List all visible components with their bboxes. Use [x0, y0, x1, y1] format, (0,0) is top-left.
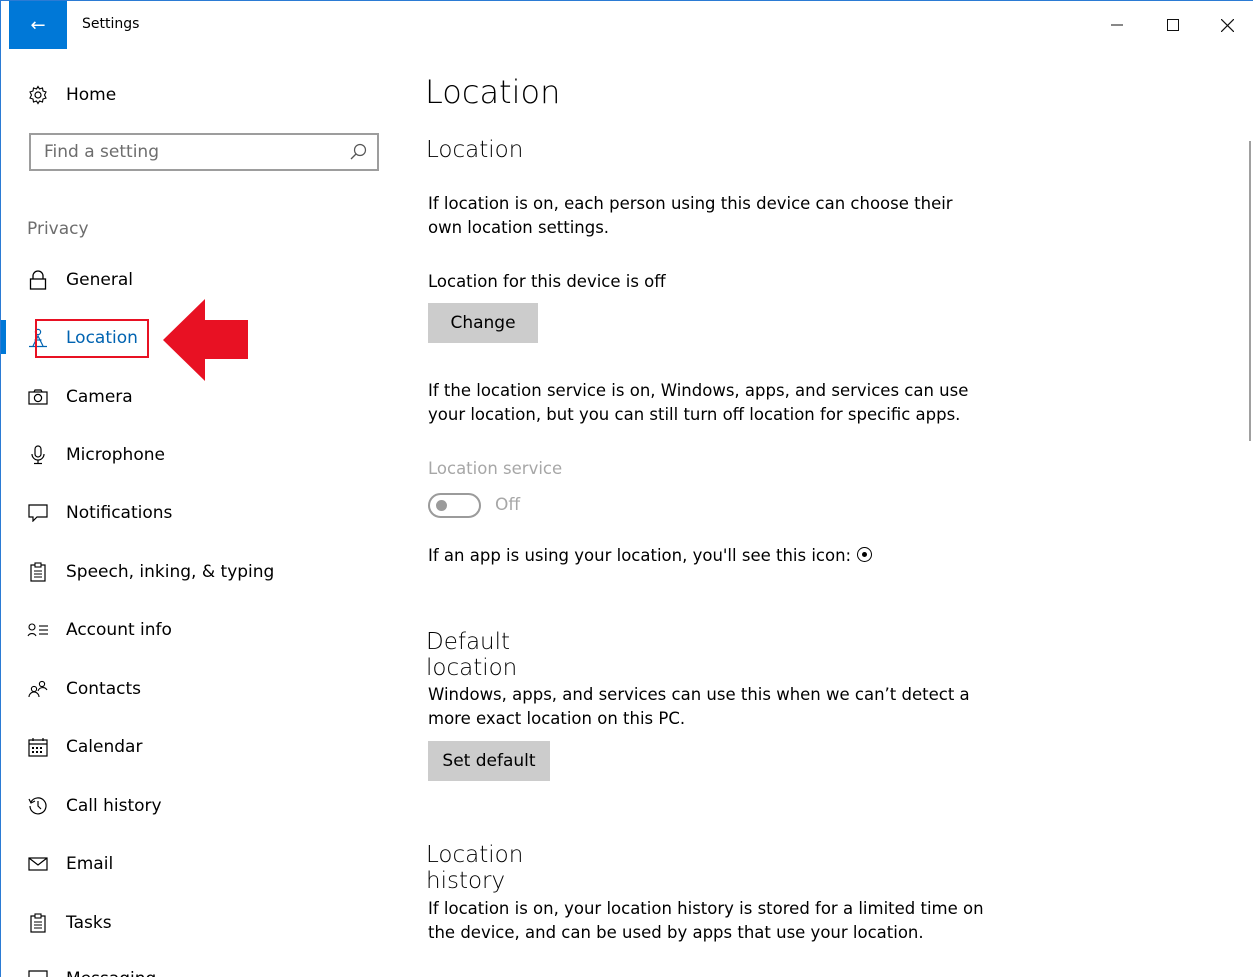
location-description: If location is on, each person using thi… — [428, 194, 953, 237]
back-button[interactable]: ← — [9, 1, 67, 49]
sidebar-item-home[interactable]: Home — [9, 75, 389, 115]
camera-icon — [27, 386, 49, 408]
change-button[interactable]: Change — [428, 303, 538, 343]
location-history-heading: Location history — [426, 842, 524, 894]
close-button[interactable] — [1199, 1, 1253, 49]
calendar-icon — [27, 736, 49, 758]
location-in-use-icon — [857, 547, 873, 562]
microphone-icon — [27, 444, 49, 466]
home-label: Home — [66, 85, 117, 105]
search-input[interactable] — [31, 135, 331, 169]
back-arrow-icon: ← — [30, 14, 46, 36]
highlight-box — [35, 319, 149, 358]
search-icon[interactable] — [350, 143, 367, 164]
location-service-state: Off — [495, 495, 521, 515]
sidebar-item-account-info[interactable]: Account info — [9, 610, 389, 650]
gear-icon — [27, 84, 49, 106]
sidebar-item-calendar[interactable]: Calendar — [9, 727, 389, 767]
search-box[interactable] — [29, 133, 379, 171]
privacy-group-label: Privacy — [27, 219, 89, 239]
account-info-icon — [27, 619, 49, 641]
contacts-icon — [27, 678, 49, 700]
history-icon — [27, 795, 49, 817]
sidebar-item-label: Messaging — [66, 969, 156, 977]
close-icon — [1220, 18, 1234, 32]
sidebar-item-label: Camera — [66, 387, 133, 407]
window-title: Settings — [82, 16, 140, 32]
sidebar-item-call-history[interactable]: Call history — [9, 786, 389, 826]
mail-icon — [27, 853, 49, 875]
sidebar-item-messaging[interactable]: Messaging — [9, 959, 389, 977]
sidebar-item-contacts[interactable]: Contacts — [9, 669, 389, 709]
settings-window: ← Settings Home Privacy — [0, 0, 1253, 977]
maximize-icon — [1167, 19, 1179, 31]
tasks-icon — [27, 912, 49, 934]
red-pointer-arrow-icon — [163, 299, 248, 381]
title-bar: ← Settings — [9, 1, 1253, 49]
sidebar-item-label: Notifications — [66, 503, 173, 523]
maximize-button[interactable] — [1145, 1, 1201, 49]
sidebar-item-label: Call history — [66, 796, 162, 816]
sidebar-item-label: Account info — [66, 620, 172, 640]
sidebar-item-general[interactable]: General — [9, 260, 389, 300]
default-location-heading: Default location — [426, 629, 518, 681]
sidebar-item-label: Speech, inking, & typing — [66, 562, 275, 582]
sidebar-item-email[interactable]: Email — [9, 844, 389, 884]
device-location-status: Location for this device is off — [428, 272, 666, 291]
default-location-description: Windows, apps, and services can use this… — [428, 685, 970, 728]
sidebar-item-label: General — [66, 270, 133, 290]
active-item-indicator — [1, 320, 6, 354]
sidebar-item-microphone[interactable]: Microphone — [9, 435, 389, 475]
sidebar-item-label: Email — [66, 854, 114, 874]
location-service-label: Location service — [428, 459, 563, 478]
location-service-toggle[interactable] — [428, 493, 481, 518]
lock-icon — [27, 269, 49, 291]
location-history-description: If location is on, your location history… — [428, 899, 984, 942]
toggle-knob — [436, 500, 447, 511]
page-title: Location — [425, 73, 561, 111]
scrollbar[interactable] — [1249, 141, 1251, 441]
location-heading: Location — [426, 137, 524, 163]
minimize-icon — [1111, 24, 1123, 26]
location-icon-note-text: If an app is using your location, you'll… — [428, 546, 852, 565]
set-default-button[interactable]: Set default — [428, 741, 550, 781]
sidebar-item-label: Contacts — [66, 679, 141, 699]
sidebar-item-camera[interactable]: Camera — [9, 377, 389, 417]
sidebar-item-label: Calendar — [66, 737, 143, 757]
message-icon — [27, 968, 49, 977]
sidebar: Home Privacy General Location — [9, 49, 389, 977]
sidebar-item-tasks[interactable]: Tasks — [9, 903, 389, 943]
sidebar-item-notifications[interactable]: Notifications — [9, 493, 389, 533]
sidebar-item-label: Microphone — [66, 445, 165, 465]
minimize-button[interactable] — [1089, 1, 1145, 49]
sidebar-item-label: Tasks — [66, 913, 112, 933]
notification-icon — [27, 502, 49, 524]
location-service-description: If the location service is on, Windows, … — [428, 381, 969, 424]
sidebar-item-speech[interactable]: Speech, inking, & typing — [9, 552, 389, 592]
clipboard-icon — [27, 561, 49, 583]
location-icon-note: If an app is using your location, you'll… — [428, 544, 988, 568]
